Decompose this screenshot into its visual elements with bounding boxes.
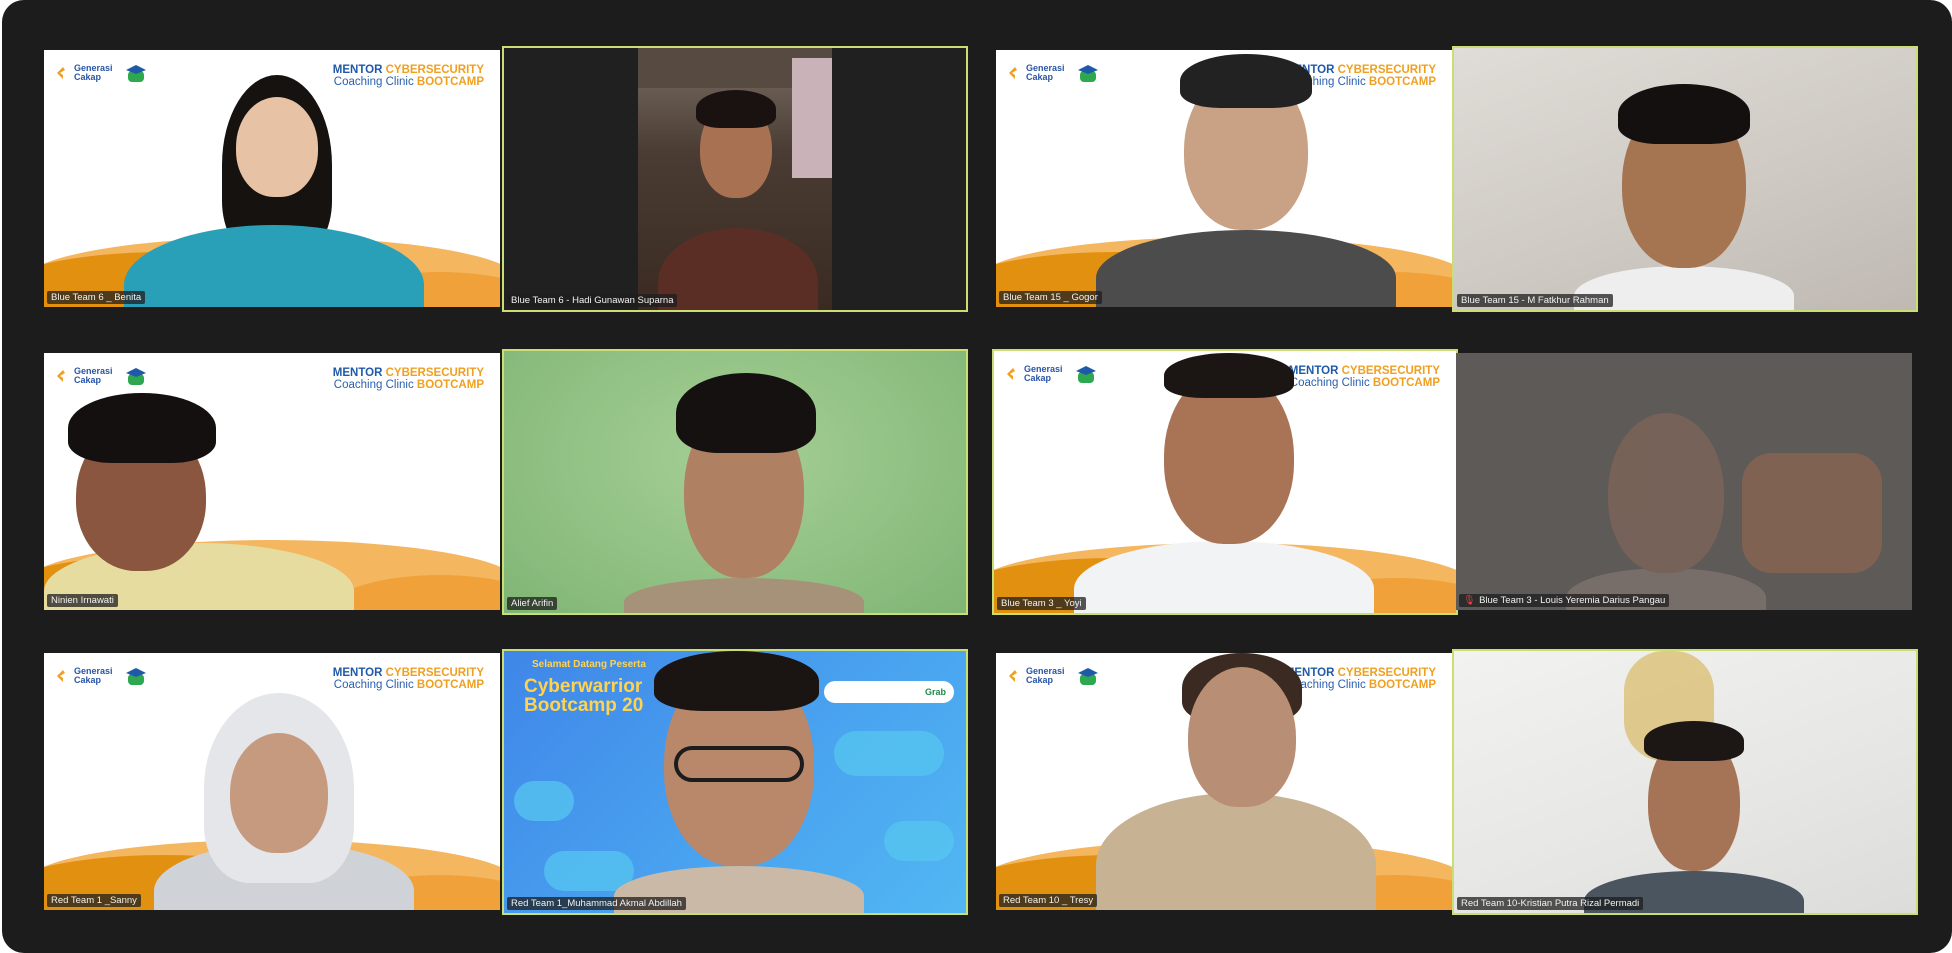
participant-video [1096,653,1376,910]
generasi-cakap-logo-icon [1009,670,1017,682]
participant-name-label: Red Team 1 _Sanny [47,894,141,907]
participant-name-label: Blue Team 15 _ Gogor [999,291,1102,304]
participant-name-label: Blue Team 15 - M Fatkhur Rahman [1457,294,1613,307]
event-title: MENTOR CYBERSECURITY Coaching Clinic BOO… [332,667,484,691]
video-tile-blue-team-3-louis[interactable]: 🎙 Blue Team 3 - Louis Yeremia Darius Pang… [1456,353,1912,610]
participant-name-label: Blue Team 3 _ Yoyi [997,597,1086,610]
logo-text-line2: Cakap [1026,72,1054,82]
logo-text-line2: Cakap [74,375,102,385]
mic-muted-icon: 🎙 [1463,595,1476,606]
participant-name-label: Red Team 10 _ Tresy [999,894,1098,907]
participant-name-label: Red Team 1_Muhammad Akmal Abdillah [507,897,686,910]
video-tile-alief-arifin[interactable]: Alief Arifin [502,349,968,615]
participant-video [1574,76,1794,310]
logo-text-line2: Cakap [74,72,102,82]
participant-video [1096,50,1396,307]
video-tile-blue-team-6-hadi[interactable]: Blue Team 6 - Hadi Gunawan Suparna [502,46,968,312]
video-tile-red-team-10-kristian[interactable]: Red Team 10-Kristian Putra Rizal Permadi [1452,649,1918,915]
logo-text-line2: Cakap [1026,675,1054,685]
video-tile-blue-team-6-benita[interactable]: Generasi Cakap MENTOR CYBERSECURITY Coach… [44,50,500,307]
generasi-cakap-logo-icon [1009,67,1017,79]
participant-name-label: Blue Team 6 - Hadi Gunawan Suparna [507,294,678,307]
video-tile-blue-team-15-fatkhur[interactable]: Blue Team 15 - M Fatkhur Rahman [1452,46,1918,312]
participant-video [1456,353,1912,610]
graduation-cap-icon [125,668,146,685]
generasi-cakap-logo: Generasi Cakap [1008,666,1099,686]
video-tile-red-team-1-akmal[interactable]: Selamat Datang Peserta Cyberwarrior Bootc… [502,649,968,915]
generasi-cakap-logo-icon [1007,368,1015,380]
participant-video [638,48,832,310]
logo-text-line2: Cakap [1024,373,1052,383]
participant-video [1074,351,1374,613]
participant-video [624,373,864,613]
video-tile-red-team-10-tresy[interactable]: Generasi Cakap MENTOR CYBERSECURITY Coach… [996,653,1452,910]
participant-name-label: Blue Team 6 _ Benita [47,291,146,304]
generasi-cakap-logo-icon [57,670,65,682]
participant-name-label: Ninien Irnawati [47,594,118,607]
participant-video [614,651,864,913]
generasi-cakap-logo-icon [57,370,65,382]
graduation-cap-icon [125,368,146,385]
video-tile-blue-team-15-gogor[interactable]: Generasi Cakap MENTOR CYBERSECURITY Coach… [996,50,1452,307]
generasi-cakap-logo: Generasi Cakap [56,666,147,686]
video-tile-ninien-irnawati[interactable]: Generasi Cakap MENTOR CYBERSECURITY Coach… [44,353,500,610]
video-tile-red-team-1-sanny[interactable]: Generasi Cakap MENTOR CYBERSECURITY Coach… [44,653,500,910]
participant-name-label: Alief Arifin [507,597,558,610]
participant-name-label: Red Team 10-Kristian Putra Rizal Permadi [1457,897,1644,910]
event-title: MENTOR CYBERSECURITY Coaching Clinic BOO… [332,367,484,391]
meeting-window: Generasi Cakap MENTOR CYBERSECURITY Coach… [2,0,1952,953]
generasi-cakap-logo: Generasi Cakap [56,366,147,386]
generasi-cakap-logo: Generasi Cakap [1008,63,1099,83]
participant-video [154,693,414,910]
participant-video [124,75,424,307]
video-tile-blue-team-3-yoyi[interactable]: Generasi Cakap MENTOR CYBERSECURITY Coach… [992,349,1458,615]
participant-video [1584,721,1804,913]
generasi-cakap-logo-icon [57,67,65,79]
logo-text-line2: Cakap [74,675,102,685]
participant-video [44,393,364,610]
participant-name-label: 🎙 Blue Team 3 - Louis Yeremia Darius Pang… [1459,594,1670,607]
